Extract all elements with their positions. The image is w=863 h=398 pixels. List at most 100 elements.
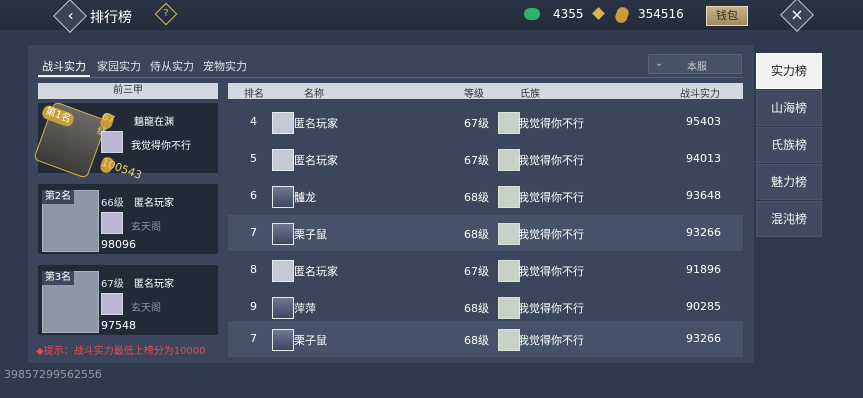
- top3-header: 前三甲: [38, 83, 218, 99]
- column-level: 等级: [464, 89, 484, 100]
- table-row[interactable]: 9 萍萍 68级 我觉得你不行 90285: [228, 289, 743, 325]
- side-tab-charm[interactable]: 魅力榜: [756, 164, 822, 200]
- battle-power: 97548: [101, 319, 136, 332]
- row-name: 匿名玩家: [294, 265, 338, 278]
- clan-emblem-icon: [101, 212, 123, 234]
- row-rank: 5: [250, 152, 257, 165]
- row-clan: 我觉得你不行: [518, 117, 584, 130]
- min-score-tip: ◆提示：战斗实力最低上榜分为10000: [36, 346, 206, 357]
- row-clan: 我觉得你不行: [518, 191, 584, 204]
- question-icon: ?: [163, 8, 169, 19]
- column-clan: 氏族: [520, 89, 540, 100]
- column-name: 名称: [304, 89, 324, 100]
- side-tab-clan[interactable]: 氏族榜: [756, 127, 822, 163]
- table-row-self[interactable]: 7 栗子鼠 68级 我觉得你不行 93266: [228, 321, 743, 357]
- avatar: [272, 112, 294, 134]
- row-rank: 8: [250, 263, 257, 276]
- tab-home-power[interactable]: 家园实力: [97, 58, 141, 74]
- server-select[interactable]: ⌄ 本服: [648, 54, 742, 74]
- row-rank: 7: [250, 226, 257, 239]
- row-power: 91896: [686, 263, 721, 276]
- tab-divider: [38, 77, 743, 78]
- tab-servant-power[interactable]: 侍从实力: [150, 58, 194, 74]
- row-clan: 我觉得你不行: [518, 228, 584, 241]
- jade-icon: [524, 8, 540, 20]
- avatar: [272, 149, 294, 171]
- row-power: 95403: [686, 115, 721, 128]
- chevron-down-icon: ⌄: [655, 58, 664, 69]
- row-name: 栗子鼠: [294, 228, 327, 241]
- table-row[interactable]: 4 匿名玩家 67级 我觉得你不行 95403: [228, 104, 743, 140]
- tab-battle-power[interactable]: 战斗实力: [42, 58, 86, 74]
- avatar: [272, 186, 294, 208]
- row-power: 94013: [686, 152, 721, 165]
- chevron-left-icon: ‹: [67, 6, 74, 25]
- clan-emblem-icon: [498, 112, 520, 134]
- clan-emblem-icon: [498, 186, 520, 208]
- top3-card-3[interactable]: 第3名 67级 匿名玩家 玄天阁 97548: [38, 265, 218, 335]
- row-name: 髗龙: [294, 191, 316, 204]
- avatar: [272, 223, 294, 245]
- row-power: 93266: [686, 226, 721, 239]
- clan-emblem-icon: [498, 149, 520, 171]
- player-level: 66级: [101, 198, 124, 209]
- row-name: 匿名玩家: [294, 154, 338, 167]
- player-name: 匿名玩家: [134, 279, 174, 290]
- row-power: 93266: [686, 332, 721, 345]
- wallet-button[interactable]: 钱包: [706, 6, 748, 26]
- row-level: 68级: [464, 334, 489, 347]
- row-clan: 我觉得你不行: [518, 334, 584, 347]
- gold-amount: 354516: [638, 7, 684, 21]
- side-tab-power[interactable]: 实力榜: [756, 53, 822, 89]
- table-row[interactable]: 6 髗龙 68级 我觉得你不行 93648: [228, 178, 743, 214]
- clan-name: 玄天阁: [131, 303, 161, 314]
- row-rank: 9: [250, 300, 257, 313]
- clan-emblem-icon: [498, 297, 520, 319]
- row-level: 67级: [464, 265, 489, 278]
- avatar: [272, 297, 294, 319]
- player-name: 魑龍在渊: [134, 117, 174, 128]
- clan-emblem-icon: [498, 329, 520, 351]
- table-row[interactable]: 5 匿名玩家 67级 我觉得你不行 94013: [228, 141, 743, 177]
- table-row[interactable]: 8 匿名玩家 67级 我觉得你不行 91896: [228, 252, 743, 288]
- rank-badge: 第2名: [42, 190, 74, 204]
- row-name: 萍萍: [294, 302, 316, 315]
- clan-name: 玄天阁: [131, 222, 161, 233]
- row-name: 栗子鼠: [294, 334, 327, 347]
- row-rank: 7: [250, 332, 257, 345]
- player-name: 匿名玩家: [134, 198, 174, 209]
- row-level: 68级: [464, 302, 489, 315]
- player-level: 67级: [95, 111, 116, 139]
- row-clan: 我觉得你不行: [518, 302, 584, 315]
- clan-emblem-icon: [101, 131, 123, 153]
- row-clan: 我觉得你不行: [518, 265, 584, 278]
- table-row[interactable]: 7 栗子鼠 68级 我觉得你不行 93266: [228, 215, 743, 251]
- rank-badge: 第3名: [42, 271, 74, 285]
- top3-card-2[interactable]: 第2名 66级 匿名玩家 玄天阁 98096: [38, 184, 218, 254]
- row-clan: 我觉得你不行: [518, 154, 584, 167]
- ranking-table-header: 排名 名称 等级 氏族 战斗实力: [228, 83, 743, 100]
- clan-emblem-icon: [101, 293, 123, 315]
- row-power: 90285: [686, 300, 721, 313]
- row-level: 67级: [464, 117, 489, 130]
- user-id: 3985729956255б: [4, 368, 102, 381]
- row-level: 67级: [464, 154, 489, 167]
- row-level: 68级: [464, 191, 489, 204]
- clan-name: 我觉得你不行: [131, 141, 191, 152]
- side-tab-shanhai[interactable]: 山海榜: [756, 90, 822, 126]
- avatar: [272, 329, 294, 351]
- battle-power: 100543: [98, 155, 144, 183]
- battle-power: 98096: [101, 238, 136, 251]
- column-power: 战斗实力: [680, 89, 720, 100]
- side-tab-chaos[interactable]: 混沌榜: [756, 201, 822, 237]
- row-name: 匿名玩家: [294, 117, 338, 130]
- player-level: 67级: [101, 279, 124, 290]
- row-power: 93648: [686, 189, 721, 202]
- jade-amount: 4355: [553, 7, 584, 21]
- clan-emblem-icon: [498, 260, 520, 282]
- page-title: 排行榜: [90, 10, 132, 26]
- row-level: 68级: [464, 228, 489, 241]
- row-rank: 6: [250, 189, 257, 202]
- top3-card-1[interactable]: 第1名 67级 魑龍在渊 我觉得你不行 100543: [33, 101, 218, 183]
- tab-pet-power[interactable]: 宠物实力: [203, 58, 247, 74]
